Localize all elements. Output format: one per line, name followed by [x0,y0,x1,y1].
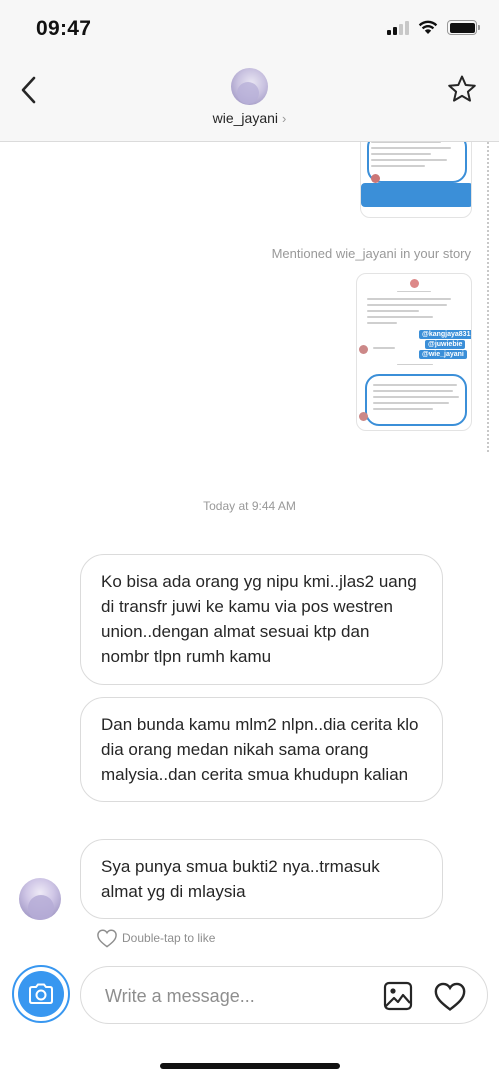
message-composer [80,966,488,1024]
like-button[interactable] [433,980,467,1012]
scroll-indicator [487,142,489,452]
camera-icon [29,983,53,1004]
gallery-icon [383,981,413,1011]
cellular-signal-icon [387,20,409,35]
like-hint-text: Double-tap to like [122,931,216,945]
battery-icon [447,20,480,35]
message-bubble-2[interactable]: Dan bunda kamu mlm2 nlpn..dia cerita klo… [80,697,443,803]
message-bubble-1[interactable]: Ko bisa ada orang yg nipu kmi..jlas2 uan… [80,554,443,685]
header-username: wie_jayani [212,110,279,126]
heart-outline-icon [97,929,117,948]
story-tag-3: @wie_jayani [419,350,467,359]
chevron-right-icon: › [282,111,287,126]
back-chevron-icon [21,76,36,104]
home-indicator [160,1063,340,1069]
status-bar: 09:47 [0,0,499,58]
story-tag-2: @juwiebie [425,340,466,349]
camera-button[interactable] [12,965,70,1023]
status-icons [387,20,480,35]
story-mention-caption: Mentioned wie_jayani in your story [271,246,471,261]
gallery-button[interactable] [383,981,413,1011]
story-tag-1: @kangjaya831 [419,330,471,339]
story-preview-1[interactable] [360,142,472,218]
message-timestamp: Today at 9:44 AM [203,499,296,513]
message-input[interactable] [105,981,375,1011]
wifi-icon [418,20,438,34]
status-time: 09:47 [36,17,92,40]
back-button[interactable] [14,72,42,108]
message-thread[interactable]: Mentioned wie_jayani in your story @kang… [0,142,499,962]
double-tap-like-hint[interactable]: Double-tap to like [96,928,215,948]
heart-icon [434,982,466,1011]
star-button[interactable] [445,72,479,106]
message-bubble-3[interactable]: Sya punya smua bukti2 nya..trmasuk almat… [80,839,443,920]
story-preview-2[interactable]: @kangjaya831 @juwiebie @wie_jayani [356,273,472,431]
sender-avatar[interactable] [19,878,61,920]
header-username-row[interactable]: wie_jayani › [0,110,499,126]
header-avatar[interactable] [231,68,268,105]
conversation-header: wie_jayani › [0,58,499,142]
star-icon [448,75,476,102]
